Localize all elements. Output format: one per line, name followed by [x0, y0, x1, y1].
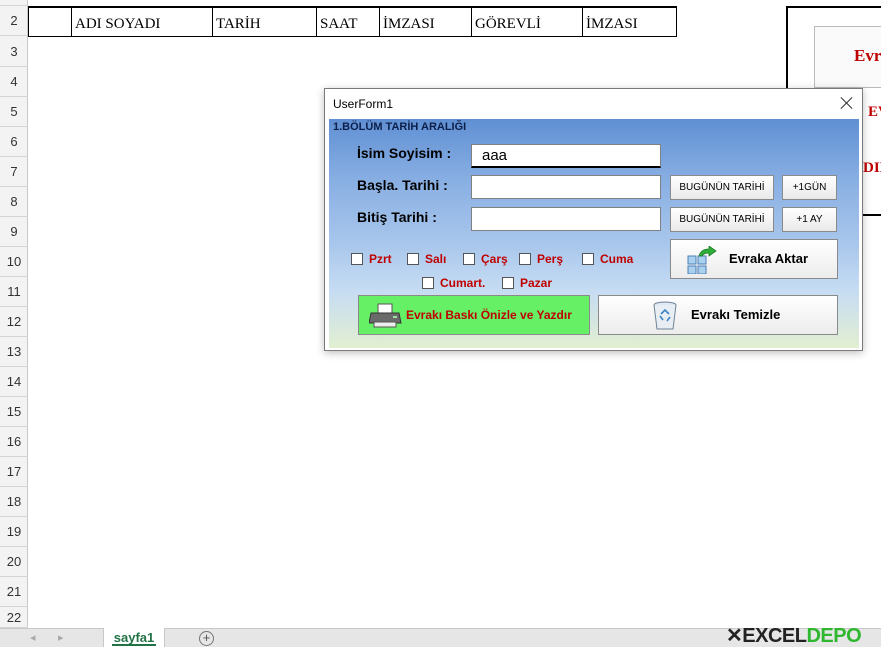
transfer-button[interactable]: Evraka Aktar	[670, 239, 838, 279]
checkbox-sunday[interactable]: Pazar	[502, 276, 552, 290]
clear-document-button[interactable]: Evrakı Temizle	[598, 295, 838, 335]
row-number[interactable]: 15	[0, 397, 28, 427]
row-number[interactable]: 10	[0, 247, 28, 277]
close-icon[interactable]	[838, 94, 856, 112]
row-number[interactable]: 20	[0, 547, 28, 577]
checkbox-label: Cumart.	[440, 276, 486, 290]
checkbox-thursday[interactable]: Perş	[519, 252, 563, 266]
end-date-input[interactable]	[471, 207, 661, 231]
document-subtitle-text: EV	[868, 104, 881, 120]
checkbox-monday[interactable]: Pzrt	[351, 252, 392, 266]
table-header-cell[interactable]: İMZASI	[583, 8, 677, 36]
checkbox-label: Perş	[537, 252, 564, 266]
table-header-cell[interactable]: TARİH	[213, 8, 317, 36]
table-header-cell[interactable]: GÖREVLİ	[472, 8, 583, 36]
row-number[interactable]: 8	[0, 187, 28, 217]
print-preview-button[interactable]: Evrakı Baskı Önizle ve Yazdır	[358, 295, 590, 335]
table-header-cell[interactable]: İMZASI	[380, 8, 472, 36]
row-number[interactable]: 7	[0, 157, 28, 187]
checkbox-box[interactable]	[351, 253, 363, 265]
row-number[interactable]: 22	[0, 607, 28, 628]
end-today-button[interactable]: BUGÜNÜN TARİHİ	[670, 207, 774, 232]
dialog-title: UserForm1	[333, 97, 394, 111]
row-number[interactable]: 5	[0, 97, 28, 127]
checkbox-label: Pazar	[520, 276, 553, 290]
start-date-label: Başla. Tarihi :	[357, 177, 448, 193]
table-header-cell[interactable]: SAAT	[317, 8, 380, 36]
end-date-label: Bitiş Tarihi :	[357, 209, 437, 225]
table-header-row: ADI SOYADI TARİH SAAT İMZASI GÖREVLİ İMZ…	[28, 6, 677, 37]
logo-text: DEPO	[806, 625, 862, 647]
start-date-input[interactable]	[471, 175, 661, 199]
tab-prev-icon[interactable]: ◂	[30, 631, 36, 644]
excel-window: 2 3 4 5 6 7 8 9 10 11 12 13 14 15 16 17 …	[0, 0, 881, 647]
row-number[interactable]: 13	[0, 337, 28, 367]
dialog-body: 1.BÖLÜM TARİH ARALIĞI İsim Soyisim : aaa…	[329, 119, 859, 348]
table-header-cell[interactable]	[28, 8, 72, 36]
start-today-button[interactable]: BUGÜNÜN TARİHİ	[670, 175, 774, 200]
plus-month-button[interactable]: +1 AY	[782, 207, 837, 232]
plus-day-button[interactable]: +1GÜN	[782, 175, 837, 200]
checkbox-saturday[interactable]: Cumart.	[422, 276, 485, 290]
name-label: İsim Soyisim :	[357, 145, 452, 161]
row-number[interactable]: 9	[0, 217, 28, 247]
document-title-text: Evr	[854, 46, 881, 65]
sheet-tab[interactable]: sayfa1	[103, 628, 165, 647]
row-number[interactable]: 17	[0, 457, 28, 487]
userform-dialog: UserForm1 1.BÖLÜM TARİH ARALIĞI İsim Soy…	[324, 88, 863, 351]
row-number[interactable]: 18	[0, 487, 28, 517]
checkbox-box[interactable]	[582, 253, 594, 265]
row-number[interactable]: 16	[0, 427, 28, 457]
checkbox-box[interactable]	[407, 253, 419, 265]
row-header-column: 2 3 4 5 6 7 8 9 10 11 12 13 14 15 16 17 …	[0, 0, 28, 628]
add-sheet-icon[interactable]: +	[199, 631, 214, 646]
checkbox-label: Çarş	[481, 252, 508, 266]
tab-next-icon[interactable]: ▸	[58, 631, 64, 644]
watermark-logo: ✕EXCELDEPO	[726, 625, 862, 647]
row-number[interactable]: 21	[0, 577, 28, 607]
checkbox-box[interactable]	[422, 277, 434, 289]
checkbox-tuesday[interactable]: Salı	[407, 252, 446, 266]
row-number[interactable]: 19	[0, 517, 28, 547]
printer-icon	[369, 303, 402, 328]
checkbox-wednesday[interactable]: Çarş	[463, 252, 508, 266]
print-button-label: Evrakı Baskı Önizle ve Yazdır	[406, 308, 572, 322]
transfer-icon	[687, 246, 717, 274]
row-number[interactable]: 11	[0, 277, 28, 307]
name-input[interactable]: aaa	[471, 144, 661, 168]
checkbox-box[interactable]	[463, 253, 475, 265]
checkbox-label: Pzrt	[369, 252, 392, 266]
row-number[interactable]: 2	[0, 6, 28, 36]
section-label: 1.BÖLÜM TARİH ARALIĞI	[333, 121, 467, 133]
row-number[interactable]: 4	[0, 67, 28, 97]
transfer-button-label: Evraka Aktar	[729, 251, 809, 266]
row-number[interactable]: 6	[0, 127, 28, 157]
document-subtitle-text: DIR	[863, 160, 881, 176]
checkbox-label: Salı	[425, 252, 447, 266]
checkbox-friday[interactable]: Cuma	[582, 252, 633, 266]
row-number[interactable]: 12	[0, 307, 28, 337]
row-number[interactable]: 14	[0, 367, 28, 397]
logo-text: EXCEL	[742, 625, 807, 647]
dialog-titlebar[interactable]: UserForm1	[325, 89, 862, 119]
recycle-bin-icon	[653, 301, 677, 330]
checkbox-box[interactable]	[502, 277, 514, 289]
checkbox-label: Cuma	[600, 252, 634, 266]
clear-button-label: Evrakı Temizle	[691, 307, 781, 322]
checkbox-box[interactable]	[519, 253, 531, 265]
table-header-cell[interactable]: ADI SOYADI	[72, 8, 213, 36]
row-number[interactable]: 3	[0, 37, 28, 67]
